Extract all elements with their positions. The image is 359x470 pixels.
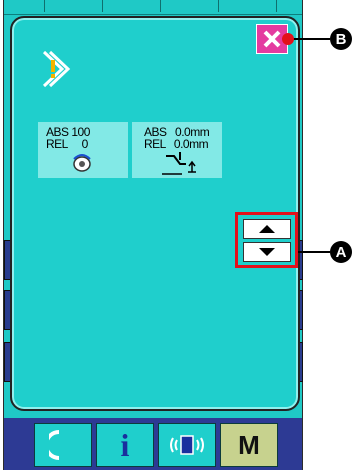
information-icon: i xyxy=(120,426,130,463)
information-button[interactable]: i xyxy=(96,423,154,467)
callout-badge-a: A xyxy=(330,241,352,263)
jump-diamond-icon xyxy=(38,48,80,95)
scroll-up-button[interactable] xyxy=(243,219,291,239)
triangle-up-icon xyxy=(259,225,275,233)
bottom-toolbar: i M xyxy=(4,418,302,470)
card-rel-value: REL 0 xyxy=(46,137,88,151)
mode-button[interactable]: M xyxy=(220,423,278,467)
card-rel-value: REL 0.0mm xyxy=(144,137,209,151)
callout-dot xyxy=(282,33,294,45)
top-tab-strip xyxy=(4,0,302,15)
scroll-button-group xyxy=(235,212,298,268)
close-icon xyxy=(263,30,281,48)
ready-button[interactable] xyxy=(34,423,92,467)
presser-foot-icon xyxy=(162,152,202,181)
position-card: ABS 0.0mm REL 0.0mm xyxy=(132,122,222,178)
ready-arc-icon xyxy=(49,430,60,460)
bobbin-winder-icon xyxy=(71,153,93,178)
mode-label: M xyxy=(238,429,260,460)
callout-line-b xyxy=(288,38,330,40)
triangle-down-icon xyxy=(259,248,275,256)
communication-button[interactable] xyxy=(158,423,216,467)
stitch-count-card: ABS 100 REL 0 xyxy=(38,122,128,178)
callout-badge-b: B xyxy=(330,28,352,50)
callout-line-a xyxy=(298,251,330,253)
communication-icon xyxy=(170,435,204,455)
scroll-down-button[interactable] xyxy=(243,242,291,262)
